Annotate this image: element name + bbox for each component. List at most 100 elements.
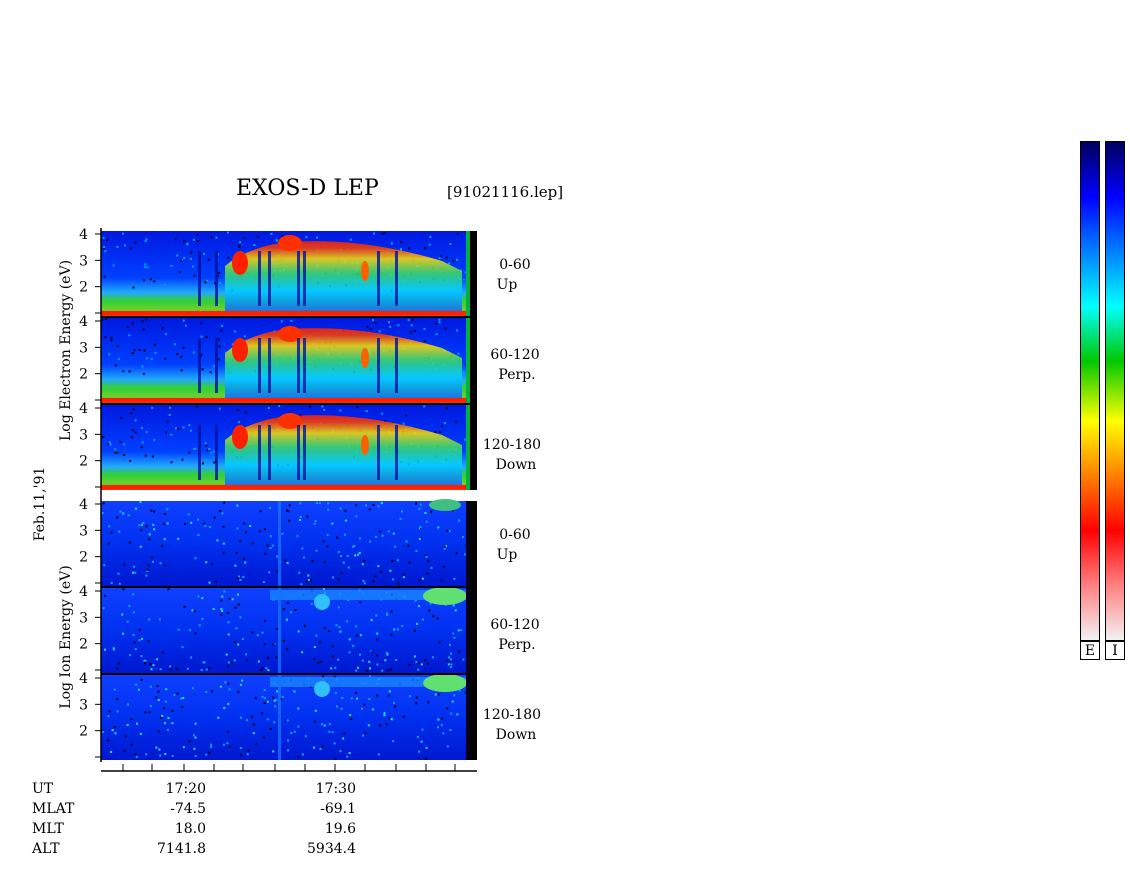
y-tick-label: 3: [79, 697, 88, 713]
ion-speckle: [358, 537, 361, 540]
ion-speckle: [394, 545, 396, 548]
electron-speckle: [117, 357, 120, 360]
ion-speckle: [375, 535, 377, 538]
ion-speckle: [228, 597, 231, 600]
electron-stripe: [303, 251, 306, 306]
ion-speckle: [281, 532, 284, 535]
ion-speckle: [122, 512, 125, 515]
ion-speckle: [334, 757, 337, 760]
ion-speckle: [371, 651, 374, 654]
electron-speckle: [408, 247, 411, 250]
ion-speckle: [191, 609, 194, 612]
ion-speckle: [420, 740, 423, 743]
ion-speckle: [317, 661, 320, 664]
electron-speckle: [388, 321, 390, 324]
ion-speckle: [363, 582, 366, 585]
ion-speckle: [239, 747, 242, 750]
ion-speckle: [208, 526, 211, 529]
electron-speckle: [128, 334, 131, 337]
electron-speckle: [154, 351, 157, 354]
ion-speckle: [155, 696, 158, 699]
ion-speckle: [103, 564, 106, 567]
ion-speckle: [416, 622, 418, 625]
ion-speckle: [183, 605, 186, 608]
ion-speckle: [132, 611, 135, 614]
ion-speckle: [175, 667, 178, 670]
electron-speckle: [196, 233, 199, 236]
ion-speckle: [119, 510, 122, 513]
ion-speckle: [222, 525, 225, 528]
ion-speckle: [264, 697, 267, 700]
ion-speckle: [443, 547, 446, 550]
ion-speckle: [363, 703, 366, 706]
ion-speckle: [388, 690, 391, 693]
ion-speckle: [337, 551, 340, 553]
ion-speckle: [138, 524, 141, 527]
ion-speckle: [331, 645, 334, 648]
ion-speckle: [370, 619, 373, 621]
ion-speckle: [447, 656, 450, 659]
ion-speckle: [227, 661, 230, 664]
ion-speckle: [314, 520, 317, 523]
electron-speckle: [178, 271, 181, 274]
electron-hotspot: [232, 251, 248, 275]
ion-speckle: [219, 685, 222, 688]
ion-speckle: [191, 687, 194, 690]
electron-stripe: [268, 251, 271, 306]
electron-speckle: [438, 431, 441, 433]
electron-speckle: [168, 414, 171, 416]
ion-speckle: [376, 638, 379, 641]
ion-speckle: [337, 658, 340, 661]
electron-speckle: [144, 454, 147, 457]
ion-speckle: [397, 583, 400, 585]
ion-speckle: [282, 608, 285, 611]
ion-speckle: [140, 529, 143, 532]
electron-speckle: [180, 355, 183, 358]
ion-speckle: [205, 691, 208, 693]
ion-speckle: [223, 590, 226, 593]
i-panel-3-dir: Down: [495, 727, 537, 743]
electron-speckle: [103, 275, 106, 278]
ion-speckle: [446, 707, 449, 710]
electron-hotspot: [361, 435, 369, 455]
ion-speckle: [269, 727, 272, 730]
ion-speckle: [139, 501, 142, 504]
electron-speckle: [209, 371, 212, 374]
ion-speckle: [269, 547, 272, 550]
electron-speckle: [305, 236, 308, 239]
ion-speckle: [331, 731, 334, 734]
electron-speckle: [128, 370, 131, 373]
ion-speckle: [281, 695, 284, 698]
electron-stripe: [297, 251, 300, 306]
electron-speckle: [383, 232, 386, 234]
ion-speckle: [322, 540, 325, 543]
electron-stripe: [215, 338, 218, 393]
ion-speckle: [334, 666, 337, 669]
ion-speckle: [339, 630, 342, 633]
electron-speckle: [174, 238, 177, 241]
ion-speckle: [128, 605, 131, 607]
ion-speckle: [223, 501, 226, 504]
electron-speckle: [462, 278, 465, 281]
ion-speckle: [306, 515, 309, 518]
ion-speckle: [184, 522, 186, 525]
ion-speckle: [275, 628, 278, 630]
ion-speckle: [129, 654, 132, 657]
ion-speckle: [269, 506, 271, 509]
ion-speckle: [357, 666, 360, 669]
ion-speckle: [245, 531, 247, 534]
ion-speckle: [222, 551, 225, 554]
electron-speckle: [145, 238, 148, 241]
ion-speckle: [169, 665, 172, 668]
electron-right-strip: [470, 231, 477, 490]
ion-speckle: [361, 707, 363, 710]
ion-speckle: [285, 618, 288, 621]
ion-speckle: [301, 547, 304, 550]
electron-speckle: [129, 460, 132, 462]
electron-speckle: [175, 427, 177, 430]
electron-speckle: [110, 339, 113, 342]
ion-speckle: [257, 660, 260, 663]
electron-speckle: [239, 241, 241, 244]
electron-speckle: [210, 452, 213, 454]
ion-speckle: [346, 554, 349, 557]
